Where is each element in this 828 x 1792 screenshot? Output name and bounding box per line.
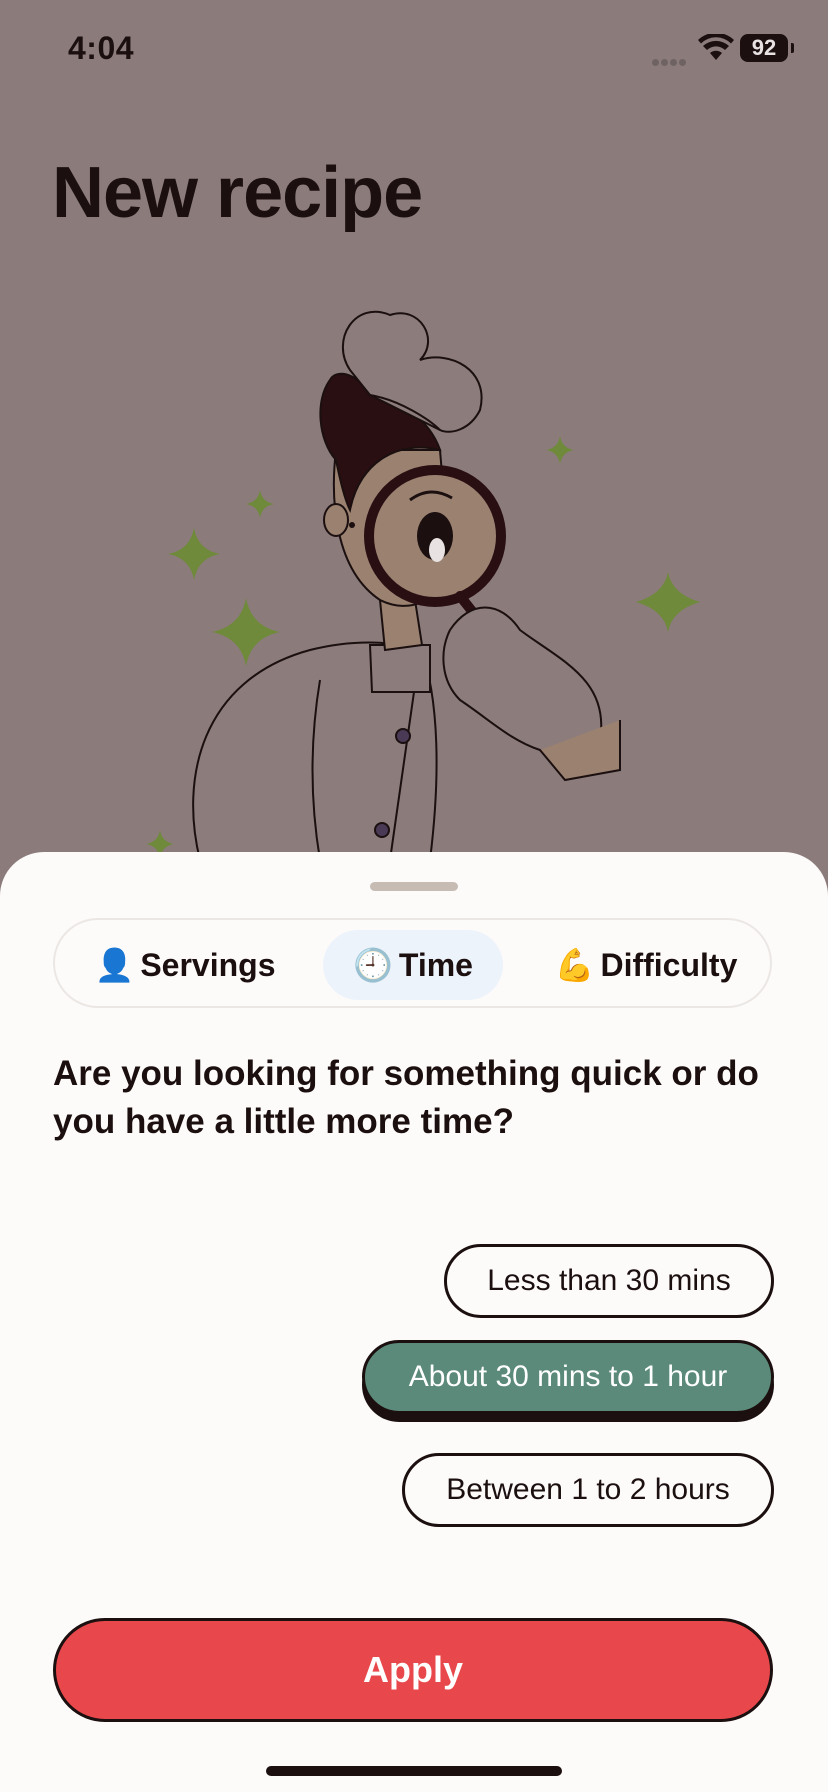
battery-icon: 92 [740, 34, 794, 62]
apply-button[interactable]: Apply [53, 1618, 773, 1722]
screen: 4:04 92 New recipe 👤 Servings 🕘 Time 💪 D… [0, 0, 828, 1792]
cellular-signal-icon [652, 53, 690, 66]
option-30-mins-to-1-hour[interactable]: About 30 mins to 1 hour [362, 1340, 774, 1414]
option-1-to-2-hours[interactable]: Between 1 to 2 hours [402, 1453, 774, 1527]
bottom-sheet: 👤 Servings 🕘 Time 💪 Difficulty Are you l… [0, 852, 828, 1792]
status-time: 4:04 [68, 30, 135, 66]
status-bar: 4:04 92 [0, 0, 828, 100]
chef-magnifier-illustration [146, 310, 700, 860]
option-less-than-30-mins[interactable]: Less than 30 mins [444, 1244, 774, 1318]
page-title: New recipe [52, 153, 423, 233]
wifi-icon [698, 34, 734, 60]
home-indicator [266, 1766, 562, 1776]
